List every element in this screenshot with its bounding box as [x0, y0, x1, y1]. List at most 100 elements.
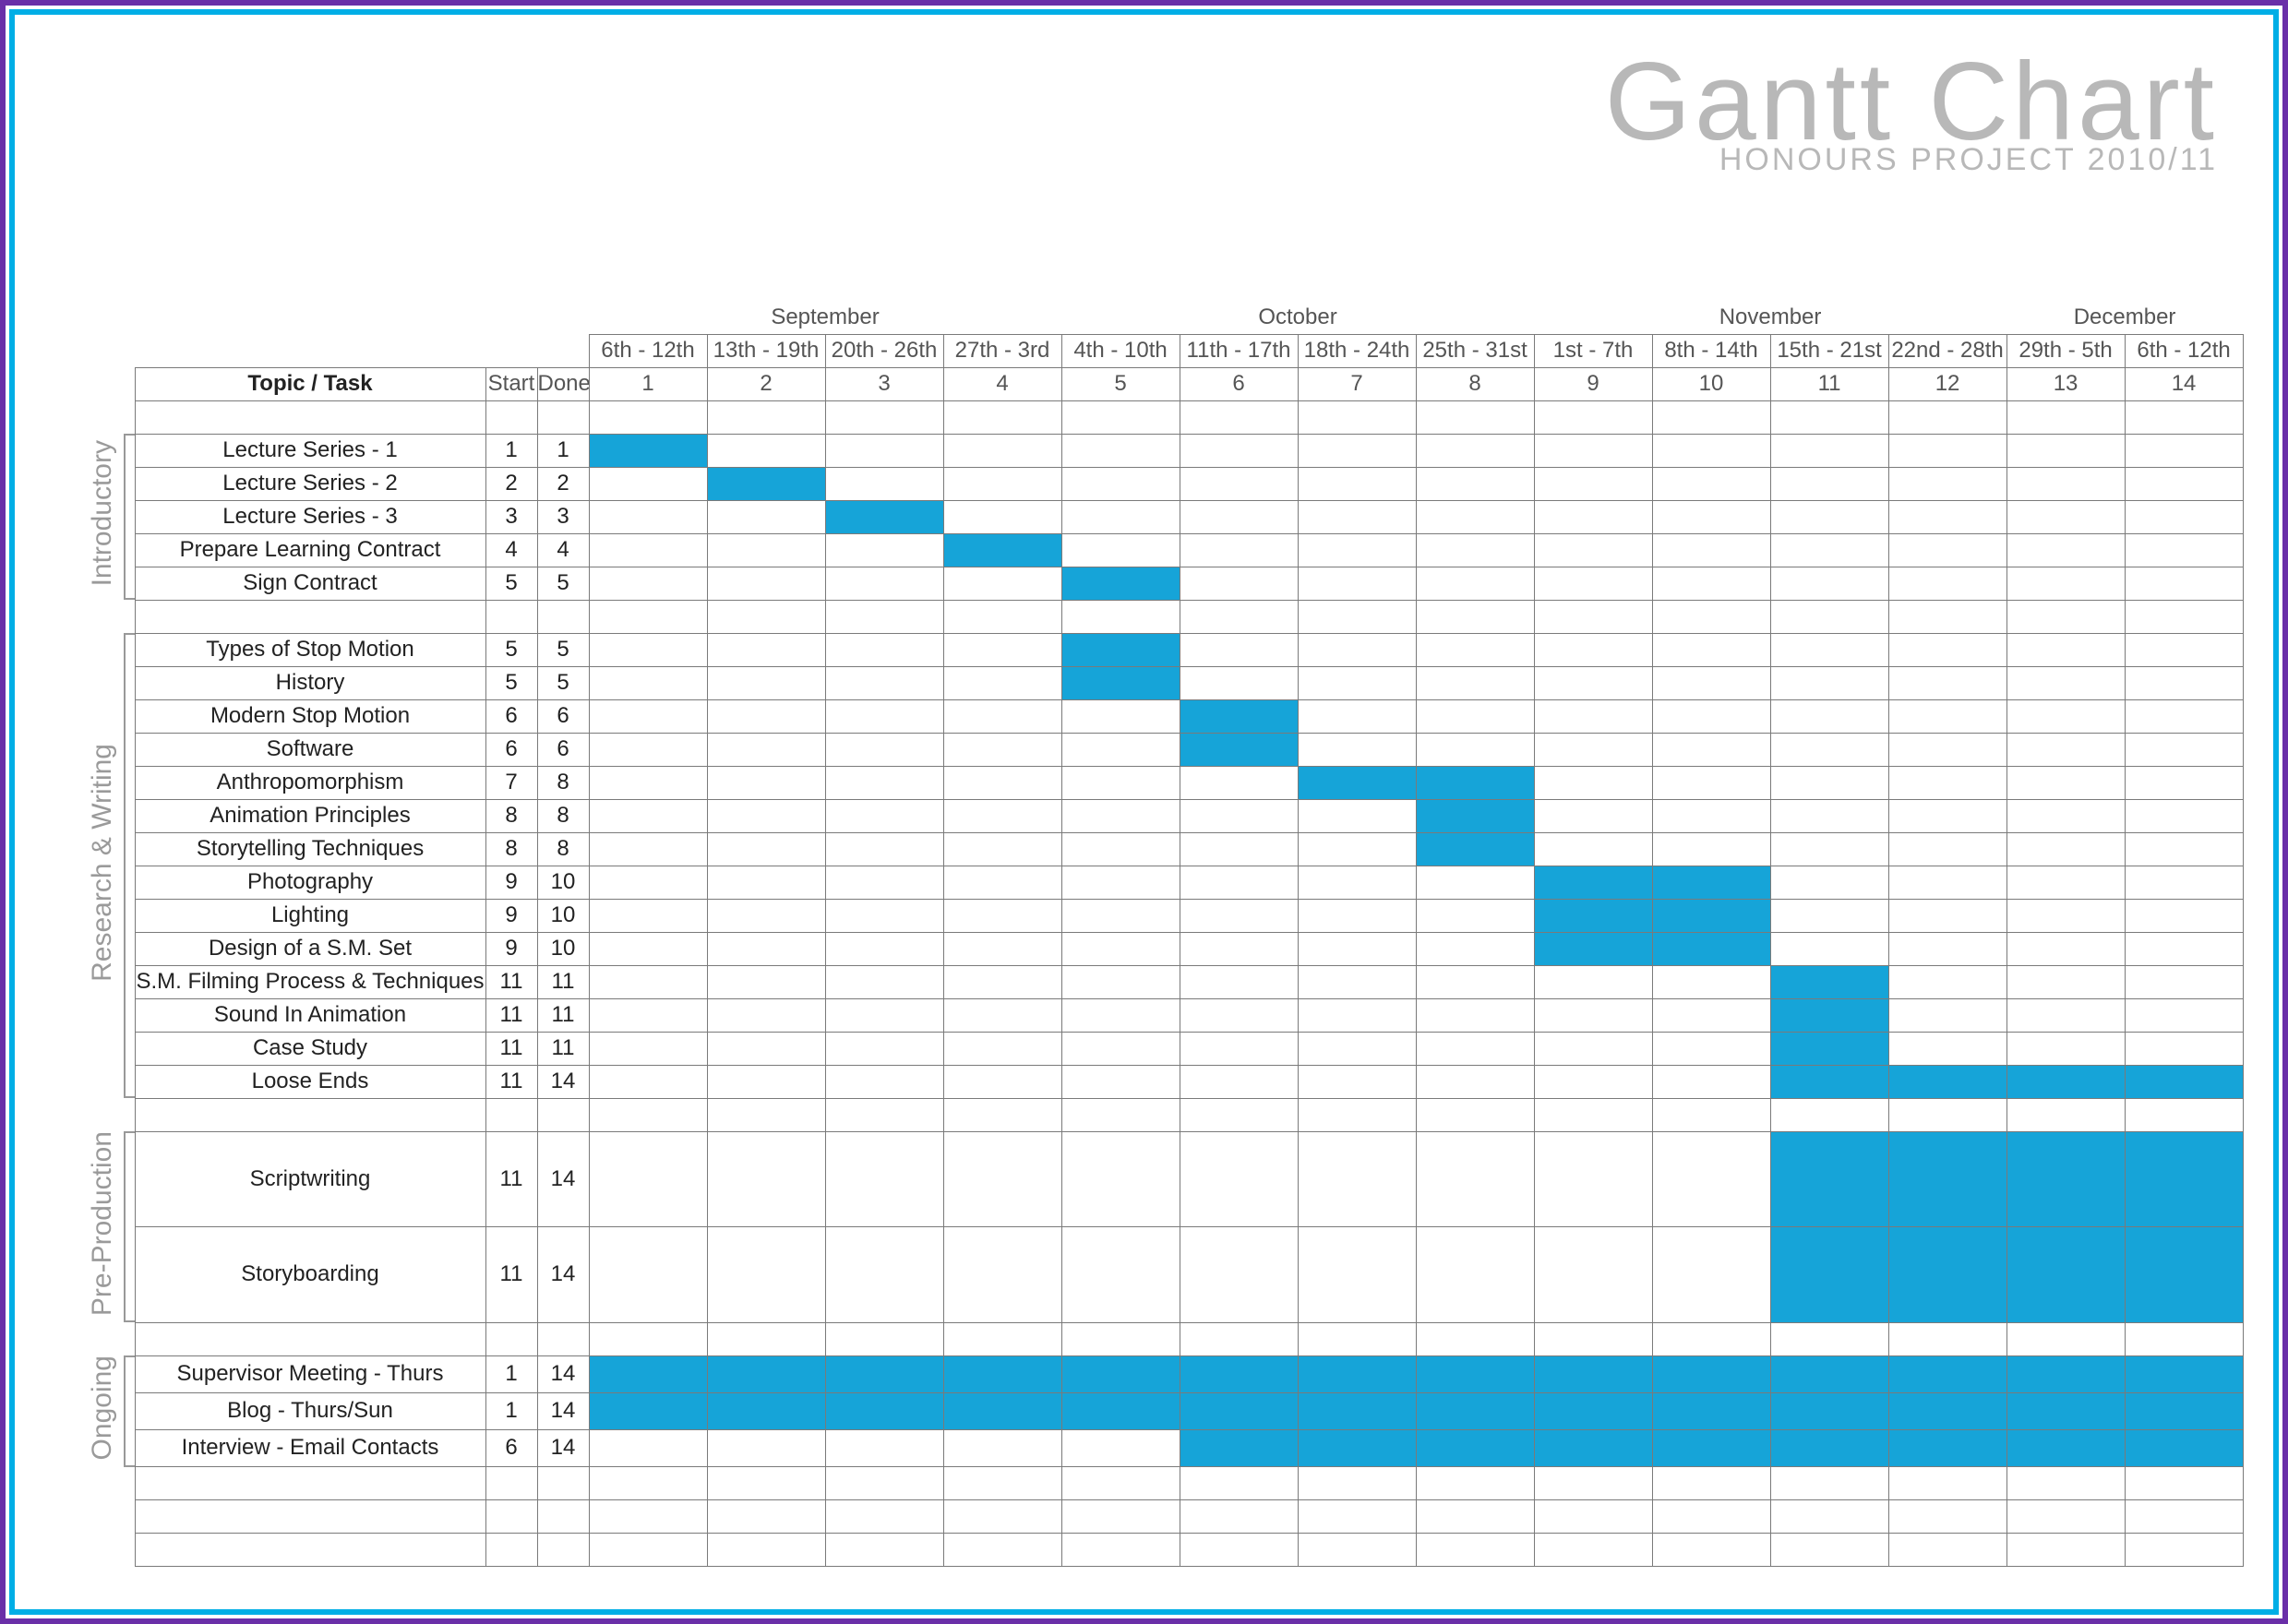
gantt-cell	[2006, 1429, 2125, 1466]
task-row: Design of a S.M. Set910	[70, 932, 2243, 965]
gantt-cell	[1534, 899, 1652, 932]
gantt-cell	[825, 500, 943, 533]
gantt-cell	[1298, 832, 1416, 866]
gantt-cell	[1061, 1065, 1180, 1098]
gantt-cell	[1298, 866, 1416, 899]
gantt-cell	[2125, 766, 2243, 799]
gantt-cell	[2125, 1131, 2243, 1227]
gantt-cell	[943, 832, 1061, 866]
task-start: 8	[485, 832, 537, 866]
gantt-cell	[1416, 500, 1534, 533]
gantt-cell	[1770, 799, 1888, 832]
gantt-cell	[1652, 1355, 1770, 1392]
gantt-cell	[1298, 633, 1416, 666]
gantt-cell	[825, 434, 943, 467]
gantt-cell	[825, 965, 943, 998]
gantt-cell	[1652, 1032, 1770, 1065]
gantt-cell	[589, 899, 707, 932]
gantt-cell	[2006, 799, 2125, 832]
week-number-header: 4	[943, 367, 1061, 400]
gantt-cell	[2006, 567, 2125, 600]
task-done: 2	[537, 467, 589, 500]
gantt-cell	[1061, 533, 1180, 567]
gantt-cell	[1416, 832, 1534, 866]
gantt-cell	[589, 567, 707, 600]
gantt-cell	[1770, 866, 1888, 899]
date-header: 29th - 5th	[2006, 334, 2125, 367]
gantt-cell	[1180, 666, 1298, 699]
gantt-cell	[2125, 932, 2243, 965]
gantt-cell	[1652, 699, 1770, 733]
gantt-cell	[943, 998, 1061, 1032]
gantt-cell	[1534, 1227, 1652, 1323]
week-number-header: 2	[707, 367, 825, 400]
gantt-cell	[1298, 1131, 1416, 1227]
gantt-cell	[1416, 733, 1534, 766]
gantt-cell	[1061, 932, 1180, 965]
week-number-header: 1	[589, 367, 707, 400]
gantt-cell	[1061, 633, 1180, 666]
gantt-cell	[2006, 1065, 2125, 1098]
date-header: 18th - 24th	[1298, 334, 1416, 367]
gantt-cell	[2006, 467, 2125, 500]
gantt-cell	[1888, 434, 2006, 467]
task-name: Storyboarding	[135, 1227, 485, 1323]
category-label: Pre-Production	[70, 1131, 135, 1322]
gantt-cell	[1416, 1429, 1534, 1466]
gantt-cell	[1298, 998, 1416, 1032]
gantt-cell	[2125, 567, 2243, 600]
gantt-cell	[825, 1065, 943, 1098]
gantt-cell	[2006, 1032, 2125, 1065]
task-start: 6	[485, 699, 537, 733]
gantt-cell	[1652, 1429, 1770, 1466]
task-row: Storyboarding1114	[70, 1227, 2243, 1323]
gantt-cell	[1416, 965, 1534, 998]
gantt-cell	[2125, 1065, 2243, 1098]
gantt-cell	[1180, 1131, 1298, 1227]
gantt-cell	[1534, 766, 1652, 799]
task-name: Interview - Email Contacts	[135, 1429, 485, 1466]
task-name: Sound In Animation	[135, 998, 485, 1032]
gantt-cell	[943, 965, 1061, 998]
gantt-cell	[1180, 1032, 1298, 1065]
gantt-cell	[707, 699, 825, 733]
gantt-cell	[707, 1065, 825, 1098]
gantt-cell	[1298, 1355, 1416, 1392]
gantt-cell	[1416, 1131, 1534, 1227]
gantt-cell	[2125, 500, 2243, 533]
gantt-cell	[2125, 733, 2243, 766]
gantt-cell	[1534, 666, 1652, 699]
gantt-cell	[2006, 965, 2125, 998]
gantt-cell	[589, 799, 707, 832]
gantt-cell	[589, 1227, 707, 1323]
gantt-cell	[1770, 1131, 1888, 1227]
task-row: Animation Principles88	[70, 799, 2243, 832]
gantt-cell	[825, 467, 943, 500]
gantt-cell	[1061, 434, 1180, 467]
gantt-cell	[1770, 1032, 1888, 1065]
gantt-cell	[2006, 633, 2125, 666]
gantt-cell	[1180, 866, 1298, 899]
gantt-cell	[589, 1131, 707, 1227]
gantt-cell	[1298, 434, 1416, 467]
gantt-cell	[1180, 932, 1298, 965]
gantt-cell	[1298, 500, 1416, 533]
gantt-cell	[707, 1392, 825, 1429]
gantt-cell	[1652, 799, 1770, 832]
gantt-cell	[2006, 434, 2125, 467]
gantt-cell	[1416, 567, 1534, 600]
gantt-cell	[1534, 1065, 1652, 1098]
task-done: 6	[537, 699, 589, 733]
task-name: Design of a S.M. Set	[135, 932, 485, 965]
inner-frame: Gantt Chart HONOURS PROJECT 2010/11 Sept…	[9, 9, 2279, 1615]
gantt-cell	[1652, 1227, 1770, 1323]
task-name: Lecture Series - 1	[135, 434, 485, 467]
gantt-cell	[1534, 633, 1652, 666]
gantt-cell	[589, 832, 707, 866]
task-name: Anthropomorphism	[135, 766, 485, 799]
gantt-cell	[825, 733, 943, 766]
gantt-cell	[1888, 1392, 2006, 1429]
gantt-cell	[1298, 766, 1416, 799]
gantt-cell	[2006, 766, 2125, 799]
gantt-cell	[1534, 799, 1652, 832]
